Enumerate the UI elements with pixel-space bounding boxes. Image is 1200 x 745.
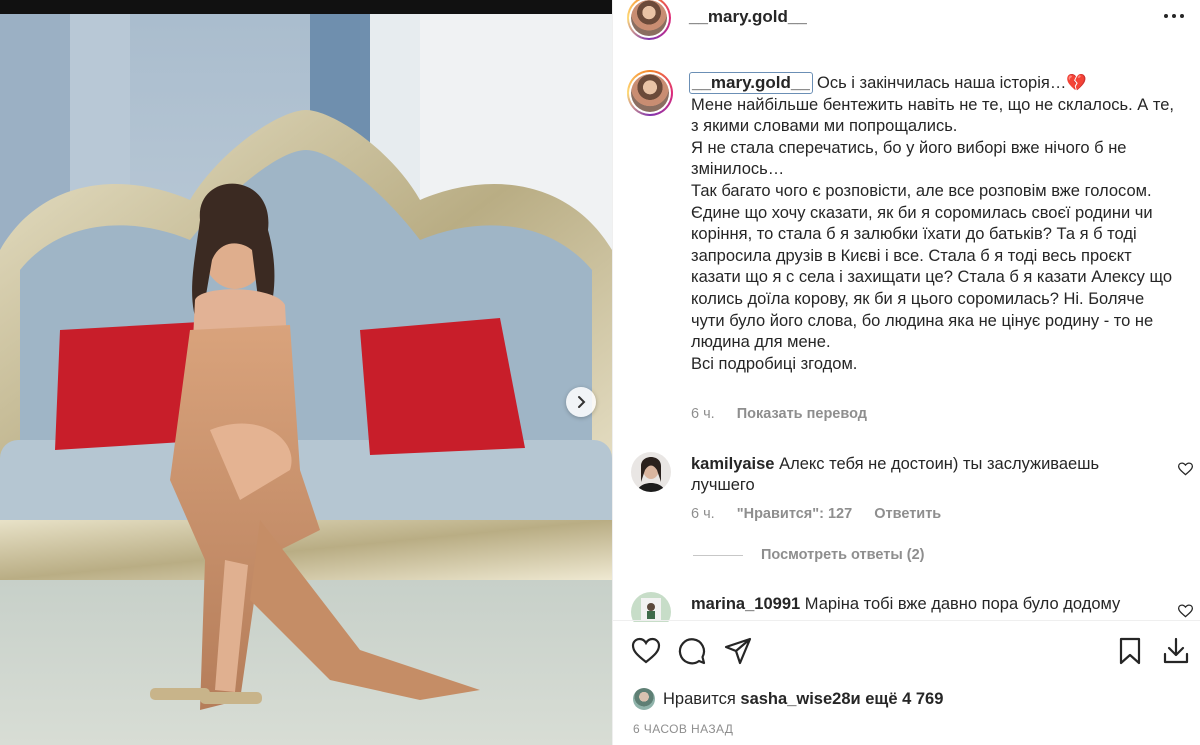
comments-list[interactable]: __mary.gold__ Ось і закінчилась наша іст… — [613, 60, 1200, 622]
likes-summary[interactable]: Нравится sasha_wise28 и ещё 4 769 — [633, 686, 943, 712]
commenter-avatar[interactable] — [631, 452, 671, 492]
likes-prefix: Нравится — [663, 689, 736, 708]
next-photo-button[interactable] — [566, 387, 596, 417]
comment-icon[interactable] — [677, 636, 707, 666]
caption-line: Так багато чого є розповісти, але все ро… — [691, 181, 1152, 200]
commenter-photo — [631, 592, 671, 622]
commenter-photo — [631, 452, 671, 492]
replies-divider — [693, 554, 743, 556]
liker-username[interactable]: sasha_wise28 — [740, 690, 850, 709]
bookmark-icon[interactable] — [1115, 636, 1145, 666]
action-bar — [613, 630, 1200, 674]
translate-link[interactable]: Показать перевод — [737, 406, 867, 422]
caption-line: Ось і закінчилась наша історія…💔 — [817, 74, 1087, 92]
author-username[interactable]: __mary.gold__ — [689, 7, 807, 27]
view-replies-button[interactable]: Посмотреть ответы (2) — [693, 547, 925, 563]
post-header: __mary.gold__ — [613, 0, 1200, 44]
heart-icon[interactable] — [1178, 462, 1193, 476]
heart-icon[interactable] — [631, 636, 661, 666]
comment-body: marina_10991 Маріна тобі вже давно пора … — [691, 594, 1157, 615]
author-avatar[interactable] — [627, 0, 671, 40]
post-timestamp: 6 ЧАСОВ НАЗАД — [633, 722, 734, 736]
chevron-right-icon — [578, 396, 586, 408]
comment-username[interactable]: kamilyaise — [691, 455, 774, 473]
post-photo[interactable] — [0, 0, 612, 745]
heart-icon[interactable] — [1178, 604, 1193, 618]
ellipsis-icon[interactable] — [1163, 6, 1185, 26]
caption-avatar[interactable] — [627, 70, 673, 116]
likes-count[interactable]: и ещё 4 769 — [851, 690, 944, 709]
paper-plane-icon[interactable] — [723, 636, 753, 666]
photo-illustration — [0, 0, 612, 745]
comment-text: Маріна тобі вже давно пора було додому — [804, 595, 1121, 613]
comment-meta: 6 ч. "Нравится": 127 Ответить — [691, 506, 959, 522]
download-icon[interactable] — [1161, 636, 1191, 666]
comment-time: 6 ч. — [691, 506, 715, 522]
caption-line: Єдине що хочу сказати, як би я соромилас… — [691, 203, 1173, 352]
commenter-avatar[interactable] — [631, 592, 671, 622]
view-replies-label: Посмотреть ответы (2) — [761, 547, 925, 563]
caption-text: Ось і закінчилась наша історія…💔 Мене на… — [691, 73, 1181, 375]
actions-divider — [613, 620, 1200, 621]
caption-line: Мене найбільше бентежить навіть не те, щ… — [691, 95, 1174, 136]
reply-link[interactable]: Ответить — [874, 506, 941, 522]
liker-avatar — [633, 688, 655, 710]
comment-likes[interactable]: "Нравится": 127 — [737, 506, 852, 522]
comment-body: kamilyaise Алекс тебя не достоин) ты зас… — [691, 454, 1157, 496]
caption-time: 6 ч. — [691, 406, 715, 422]
caption-line: Всі подробиці згодом. — [691, 354, 858, 373]
post-sidebar: __mary.gold__ __mary.gold__ Ось і закінч… — [612, 0, 1200, 745]
comment-username[interactable]: marina_10991 — [691, 595, 800, 613]
caption-meta: 6 ч. Показать перевод — [691, 406, 885, 422]
caption-line: Я не стала сперечатись, бо у його виборі… — [691, 138, 1127, 179]
